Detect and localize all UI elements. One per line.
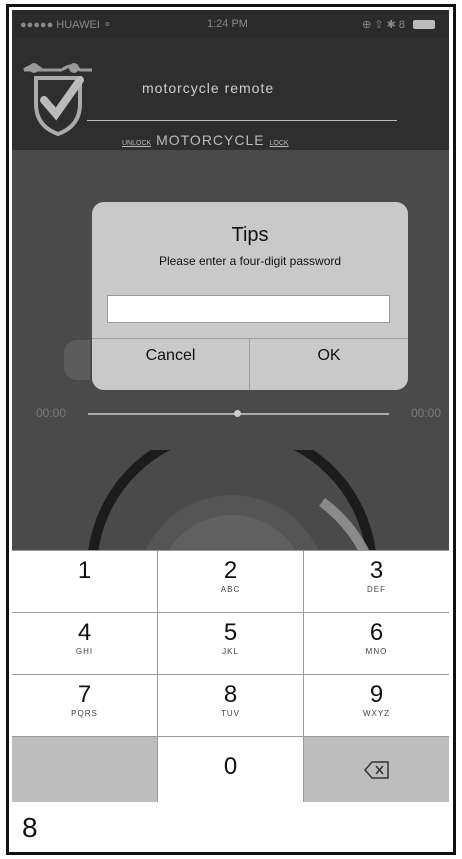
status-bar: ●●●●● HUAWEI ⚬ 1:24 PM ⊕ ⇧ ✱ 8	[12, 10, 449, 38]
page-number: 8	[22, 812, 38, 843]
key-letters: TUV	[221, 709, 240, 718]
header-divider	[87, 120, 397, 121]
phone-screen: ●●●●● HUAWEI ⚬ 1:24 PM ⊕ ⇧ ✱ 8 motorcycl…	[12, 10, 449, 802]
key-letters: MNO	[365, 647, 388, 656]
key-number: 2	[223, 557, 238, 584]
key-number: 3	[369, 557, 384, 584]
key-number: 4	[77, 619, 92, 646]
timeline-thumb[interactable]	[234, 410, 241, 417]
key-2[interactable]: 2 ABC	[158, 551, 303, 612]
key-5[interactable]: 5 JKL	[158, 613, 303, 674]
sub-title: UNLOCK MOTORCYCLE LOCK	[122, 132, 289, 148]
password-input[interactable]	[107, 295, 390, 323]
backspace-icon	[363, 761, 389, 779]
cancel-button[interactable]: Cancel	[92, 338, 249, 390]
key-3[interactable]: 3 DEF	[304, 551, 449, 612]
key-number: 9	[369, 681, 384, 708]
key-letters: ABC	[220, 585, 241, 594]
key-number: 0	[223, 753, 238, 780]
time-end: 00:00	[410, 406, 441, 420]
battery-icon	[413, 20, 435, 29]
key-number: 6	[369, 619, 384, 646]
app-title: motorcycle remote	[142, 80, 275, 96]
timeline: 00:00 00:00	[12, 406, 449, 426]
key-4[interactable]: 4 GHI	[12, 613, 157, 674]
key-1[interactable]: 1	[12, 551, 157, 612]
unlock-label[interactable]: UNLOCK	[122, 140, 151, 147]
lock-label[interactable]: LOCK	[270, 140, 289, 147]
key-letters: WXYZ	[362, 709, 391, 718]
blank-key	[12, 737, 157, 802]
key-letters: DEF	[367, 585, 386, 594]
key-number: 7	[77, 681, 92, 708]
numeric-keypad: 1 2 ABC 3 DEF 4 GHI 5 JKL 6 MNO 7 PQRS 8	[12, 550, 449, 802]
carrier-label: ●●●●● HUAWEI ⚬	[20, 19, 113, 31]
key-letters: JKL	[222, 647, 239, 656]
key-9[interactable]: 9 WXYZ	[304, 675, 449, 736]
delete-key[interactable]	[304, 737, 449, 802]
key-number: 8	[223, 681, 238, 708]
password-dialog: Tips Please enter a four-digit password …	[92, 202, 408, 390]
shield-check-logo-icon	[23, 63, 92, 136]
left-control-button[interactable]	[64, 340, 90, 380]
key-letters: GHI	[75, 647, 94, 656]
sub-title-text: MOTORCYCLE	[156, 132, 265, 148]
dialog-message: Please enter a four-digit password	[158, 254, 342, 268]
clock: 1:24 PM	[207, 18, 248, 30]
app-header: motorcycle remote UNLOCK MOTORCYCLE LOCK	[12, 38, 449, 150]
dialog-title: Tips	[231, 224, 269, 246]
time-start: 00:00	[36, 406, 67, 420]
key-0[interactable]: 0	[158, 737, 303, 802]
key-number: 5	[223, 619, 238, 646]
ok-button[interactable]: OK	[250, 338, 408, 390]
key-letters: PQRS	[71, 709, 98, 718]
key-number: 1	[77, 557, 92, 584]
key-8[interactable]: 8 TUV	[158, 675, 303, 736]
key-7[interactable]: 7 PQRS	[12, 675, 157, 736]
key-6[interactable]: 6 MNO	[304, 613, 449, 674]
status-icons: ⊕ ⇧ ✱ 8	[362, 19, 405, 31]
